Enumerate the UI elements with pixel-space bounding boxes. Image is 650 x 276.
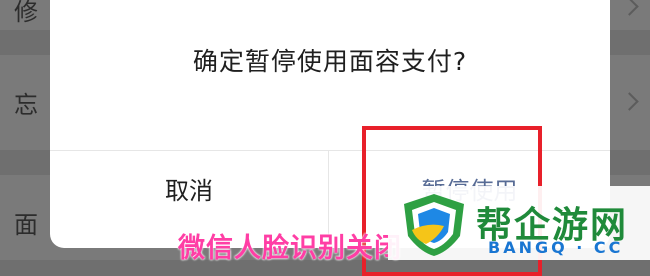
watermark-domain: BANGQ · CC — [488, 238, 624, 257]
settings-row-label: 忘 — [14, 91, 38, 119]
dialog-title: 确定暂停使用面容支付? — [192, 47, 468, 76]
chevron-right-icon — [620, 0, 639, 16]
settings-row-label: 修 — [14, 0, 38, 26]
settings-row-label: 面 — [14, 211, 38, 239]
chevron-right-icon — [620, 92, 639, 111]
caption-text: 微信人脸识别关闭 — [178, 233, 402, 264]
shield-logo-icon — [404, 194, 464, 256]
